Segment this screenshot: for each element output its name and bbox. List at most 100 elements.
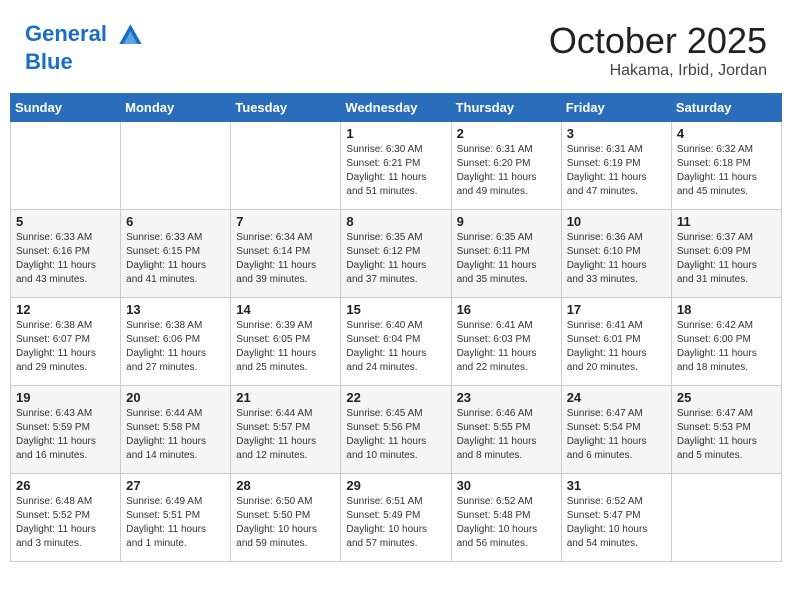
calendar-week-row: 26 Sunrise: 6:48 AM Sunset: 5:52 PM Dayli… bbox=[11, 474, 782, 562]
calendar-cell: 27 Sunrise: 6:49 AM Sunset: 5:51 PM Dayli… bbox=[121, 474, 231, 562]
day-number: 3 bbox=[567, 126, 666, 141]
day-info: Sunrise: 6:35 AM Sunset: 6:12 PM Dayligh… bbox=[346, 231, 445, 287]
calendar-cell bbox=[231, 122, 341, 210]
day-number: 6 bbox=[126, 214, 225, 229]
title-block: October 2025 Hakama, Irbid, Jordan bbox=[549, 20, 767, 80]
day-info: Sunrise: 6:34 AM Sunset: 6:14 PM Dayligh… bbox=[236, 231, 335, 287]
calendar-cell: 18Sunrise: 6:42 AM Sunset: 6:00 PM Dayli… bbox=[671, 298, 781, 386]
calendar-cell: 17 Sunrise: 6:41 AM Sunset: 6:01 PM Dayli… bbox=[561, 298, 671, 386]
day-number: 21 bbox=[236, 390, 335, 405]
page-header: General Blue October 2025 Hakama, Irbid,… bbox=[10, 10, 782, 85]
day-number: 16 bbox=[457, 302, 556, 317]
day-info: Sunrise: 6:48 AM Sunset: 5:52 PM Dayligh… bbox=[16, 495, 115, 551]
calendar-cell: 19Sunrise: 6:43 AM Sunset: 5:59 PM Dayli… bbox=[11, 386, 121, 474]
calendar-cell: 9 Sunrise: 6:35 AM Sunset: 6:11 PM Daylig… bbox=[451, 210, 561, 298]
day-info: Sunrise: 6:30 AM Sunset: 6:21 PM Dayligh… bbox=[346, 143, 445, 199]
day-number: 12 bbox=[16, 302, 115, 317]
day-number: 4 bbox=[677, 126, 776, 141]
day-number: 29 bbox=[346, 478, 445, 493]
day-number: 8 bbox=[346, 214, 445, 229]
calendar-cell: 26 Sunrise: 6:48 AM Sunset: 5:52 PM Dayli… bbox=[11, 474, 121, 562]
logo-icon bbox=[115, 20, 145, 50]
weekday-header-cell: Saturday bbox=[671, 94, 781, 122]
day-info: Sunrise: 6:33 AM Sunset: 6:15 PM Dayligh… bbox=[126, 231, 225, 287]
weekday-header-cell: Friday bbox=[561, 94, 671, 122]
day-info: Sunrise: 6:33 AM Sunset: 6:16 PM Dayligh… bbox=[16, 231, 115, 287]
logo: General Blue bbox=[25, 20, 145, 74]
day-info: Sunrise: 6:47 AM Sunset: 5:53 PM Dayligh… bbox=[677, 407, 776, 463]
weekday-header-cell: Thursday bbox=[451, 94, 561, 122]
calendar-cell: 12Sunrise: 6:38 AM Sunset: 6:07 PM Dayli… bbox=[11, 298, 121, 386]
calendar-cell: 21 Sunrise: 6:44 AM Sunset: 5:57 PM Dayli… bbox=[231, 386, 341, 474]
day-number: 17 bbox=[567, 302, 666, 317]
weekday-header-cell: Monday bbox=[121, 94, 231, 122]
day-info: Sunrise: 6:52 AM Sunset: 5:48 PM Dayligh… bbox=[457, 495, 556, 551]
day-info: Sunrise: 6:44 AM Sunset: 5:58 PM Dayligh… bbox=[126, 407, 225, 463]
calendar-week-row: 5 Sunrise: 6:33 AM Sunset: 6:16 PM Daylig… bbox=[11, 210, 782, 298]
calendar-cell: 8 Sunrise: 6:35 AM Sunset: 6:12 PM Daylig… bbox=[341, 210, 451, 298]
day-number: 11 bbox=[677, 214, 776, 229]
day-info: Sunrise: 6:46 AM Sunset: 5:55 PM Dayligh… bbox=[457, 407, 556, 463]
day-info: Sunrise: 6:44 AM Sunset: 5:57 PM Dayligh… bbox=[236, 407, 335, 463]
calendar-cell: 25 Sunrise: 6:47 AM Sunset: 5:53 PM Dayli… bbox=[671, 386, 781, 474]
day-number: 19 bbox=[16, 390, 115, 405]
day-info: Sunrise: 6:32 AM Sunset: 6:18 PM Dayligh… bbox=[677, 143, 776, 199]
day-number: 23 bbox=[457, 390, 556, 405]
day-number: 24 bbox=[567, 390, 666, 405]
day-number: 28 bbox=[236, 478, 335, 493]
calendar-cell: 4 Sunrise: 6:32 AM Sunset: 6:18 PM Daylig… bbox=[671, 122, 781, 210]
calendar-cell: 23 Sunrise: 6:46 AM Sunset: 5:55 PM Dayli… bbox=[451, 386, 561, 474]
calendar-cell: 31 Sunrise: 6:52 AM Sunset: 5:47 PM Dayli… bbox=[561, 474, 671, 562]
calendar-cell: 1Sunrise: 6:30 AM Sunset: 6:21 PM Daylig… bbox=[341, 122, 451, 210]
day-number: 27 bbox=[126, 478, 225, 493]
calendar-cell: 14 Sunrise: 6:39 AM Sunset: 6:05 PM Dayli… bbox=[231, 298, 341, 386]
calendar-cell: 30 Sunrise: 6:52 AM Sunset: 5:48 PM Dayli… bbox=[451, 474, 561, 562]
day-number: 31 bbox=[567, 478, 666, 493]
day-info: Sunrise: 6:45 AM Sunset: 5:56 PM Dayligh… bbox=[346, 407, 445, 463]
calendar-cell: 2 Sunrise: 6:31 AM Sunset: 6:20 PM Daylig… bbox=[451, 122, 561, 210]
calendar-cell bbox=[671, 474, 781, 562]
calendar-cell: 10Sunrise: 6:36 AM Sunset: 6:10 PM Dayli… bbox=[561, 210, 671, 298]
calendar-table: SundayMondayTuesdayWednesdayThursdayFrid… bbox=[10, 93, 782, 562]
weekday-header-row: SundayMondayTuesdayWednesdayThursdayFrid… bbox=[11, 94, 782, 122]
calendar-cell: 28 Sunrise: 6:50 AM Sunset: 5:50 PM Dayli… bbox=[231, 474, 341, 562]
day-number: 22 bbox=[346, 390, 445, 405]
calendar-cell: 5 Sunrise: 6:33 AM Sunset: 6:16 PM Daylig… bbox=[11, 210, 121, 298]
logo-text: General bbox=[25, 20, 145, 50]
day-number: 2 bbox=[457, 126, 556, 141]
calendar-cell: 20 Sunrise: 6:44 AM Sunset: 5:58 PM Dayli… bbox=[121, 386, 231, 474]
day-info: Sunrise: 6:52 AM Sunset: 5:47 PM Dayligh… bbox=[567, 495, 666, 551]
calendar-cell bbox=[11, 122, 121, 210]
calendar-week-row: 12Sunrise: 6:38 AM Sunset: 6:07 PM Dayli… bbox=[11, 298, 782, 386]
day-number: 30 bbox=[457, 478, 556, 493]
day-number: 14 bbox=[236, 302, 335, 317]
day-number: 25 bbox=[677, 390, 776, 405]
day-info: Sunrise: 6:39 AM Sunset: 6:05 PM Dayligh… bbox=[236, 319, 335, 375]
day-info: Sunrise: 6:31 AM Sunset: 6:19 PM Dayligh… bbox=[567, 143, 666, 199]
day-info: Sunrise: 6:49 AM Sunset: 5:51 PM Dayligh… bbox=[126, 495, 225, 551]
day-info: Sunrise: 6:50 AM Sunset: 5:50 PM Dayligh… bbox=[236, 495, 335, 551]
day-info: Sunrise: 6:35 AM Sunset: 6:11 PM Dayligh… bbox=[457, 231, 556, 287]
day-info: Sunrise: 6:51 AM Sunset: 5:49 PM Dayligh… bbox=[346, 495, 445, 551]
day-number: 20 bbox=[126, 390, 225, 405]
calendar-cell: 15 Sunrise: 6:40 AM Sunset: 6:04 PM Dayli… bbox=[341, 298, 451, 386]
day-number: 15 bbox=[346, 302, 445, 317]
calendar-cell: 29 Sunrise: 6:51 AM Sunset: 5:49 PM Dayli… bbox=[341, 474, 451, 562]
day-info: Sunrise: 6:31 AM Sunset: 6:20 PM Dayligh… bbox=[457, 143, 556, 199]
calendar-week-row: 1Sunrise: 6:30 AM Sunset: 6:21 PM Daylig… bbox=[11, 122, 782, 210]
calendar-body: 1Sunrise: 6:30 AM Sunset: 6:21 PM Daylig… bbox=[11, 122, 782, 562]
day-info: Sunrise: 6:37 AM Sunset: 6:09 PM Dayligh… bbox=[677, 231, 776, 287]
calendar-cell: 13Sunrise: 6:38 AM Sunset: 6:06 PM Dayli… bbox=[121, 298, 231, 386]
month-title: October 2025 bbox=[549, 20, 767, 62]
day-number: 18 bbox=[677, 302, 776, 317]
calendar-week-row: 19Sunrise: 6:43 AM Sunset: 5:59 PM Dayli… bbox=[11, 386, 782, 474]
day-number: 7 bbox=[236, 214, 335, 229]
weekday-header-cell: Wednesday bbox=[341, 94, 451, 122]
day-number: 26 bbox=[16, 478, 115, 493]
day-number: 5 bbox=[16, 214, 115, 229]
day-info: Sunrise: 6:40 AM Sunset: 6:04 PM Dayligh… bbox=[346, 319, 445, 375]
day-number: 9 bbox=[457, 214, 556, 229]
day-info: Sunrise: 6:41 AM Sunset: 6:01 PM Dayligh… bbox=[567, 319, 666, 375]
day-info: Sunrise: 6:38 AM Sunset: 6:06 PM Dayligh… bbox=[126, 319, 225, 375]
day-number: 10 bbox=[567, 214, 666, 229]
